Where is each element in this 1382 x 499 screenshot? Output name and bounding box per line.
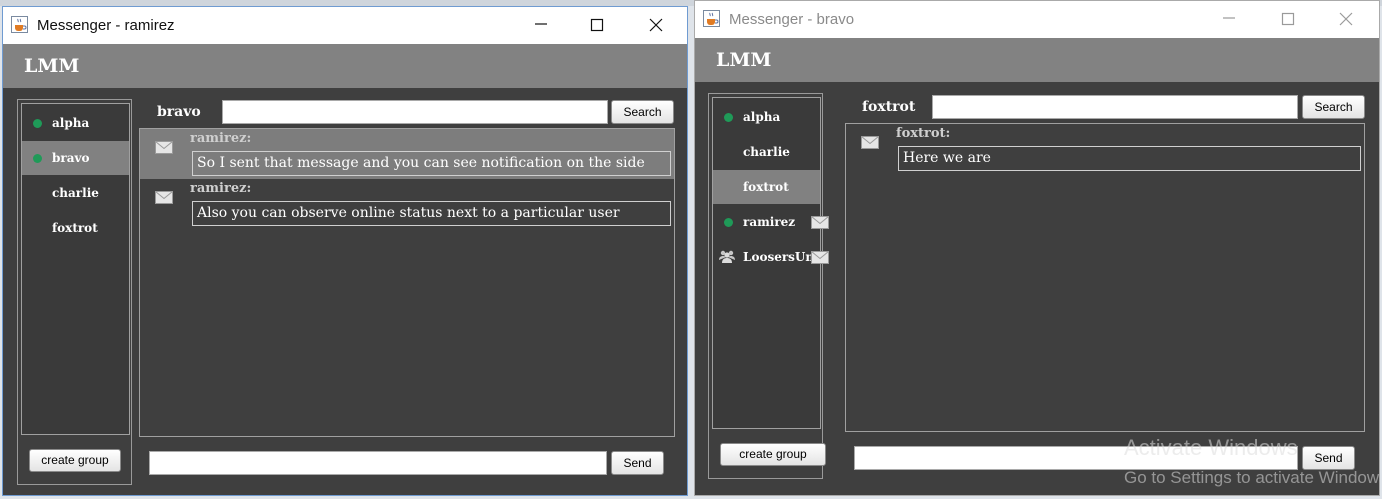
message-row: foxtrot: Here we are	[846, 124, 1364, 174]
group-icon	[719, 250, 735, 266]
close-icon	[1339, 12, 1353, 26]
app-header: LMM	[695, 38, 1379, 82]
user-name: alpha	[52, 116, 90, 130]
user-item-charlie[interactable]: charlie	[22, 176, 129, 210]
envelope-icon	[861, 134, 879, 153]
app-header: LMM	[3, 44, 687, 88]
user-item-foxtrot[interactable]: foxtrot	[22, 211, 129, 245]
envelope-icon	[155, 189, 173, 208]
user-name: charlie	[743, 145, 790, 159]
message-text: So I sent that message and you can see n…	[192, 151, 671, 176]
user-item-alpha[interactable]: alpha	[713, 100, 820, 134]
chat-partner-name: foxtrot	[862, 99, 916, 115]
user-list: alpha bravo charlie foxtrot	[21, 103, 130, 435]
user-item-bravo[interactable]: bravo	[22, 141, 129, 175]
brand-logo: LMM	[24, 55, 80, 77]
close-button[interactable]	[1323, 1, 1369, 38]
minimize-icon	[1223, 17, 1235, 19]
contacts-sidebar: alpha charlie foxtrot ramirez LoosersUni…	[708, 93, 829, 479]
title-bar[interactable]: Messenger - bravo	[695, 1, 1379, 38]
user-name: alpha	[743, 110, 781, 124]
create-group-button[interactable]: create group	[29, 449, 121, 472]
user-name: bravo	[52, 151, 90, 165]
maximize-button[interactable]	[1265, 1, 1311, 38]
message-row: ramirez: Also you can observe online sta…	[140, 179, 674, 229]
search-input[interactable]	[222, 100, 608, 124]
close-icon	[649, 18, 663, 32]
envelope-icon	[811, 216, 829, 232]
send-button[interactable]: Send	[611, 451, 664, 475]
message-sender: foxtrot:	[896, 126, 951, 141]
activation-watermark-title: Activate Windows	[1124, 435, 1298, 460]
chat-history: ramirez: So I sent that message and you …	[139, 128, 675, 437]
messenger-window-bravo: Messenger - bravo LMM alpha charlie foxt…	[694, 0, 1380, 496]
java-cup-icon	[11, 16, 28, 33]
title-bar[interactable]: Messenger - ramirez	[3, 7, 687, 44]
close-button[interactable]	[633, 7, 679, 44]
user-item-foxtrot[interactable]: foxtrot	[713, 170, 820, 204]
activation-watermark-subtitle: Go to Settings to activate Windows.	[1124, 468, 1380, 487]
user-name: foxtrot	[743, 180, 789, 194]
online-status-icon	[33, 154, 42, 163]
envelope-icon	[811, 251, 829, 267]
user-item-alpha[interactable]: alpha	[22, 106, 129, 140]
user-item-ramirez[interactable]: ramirez	[713, 205, 829, 239]
minimize-button[interactable]	[1206, 1, 1252, 38]
window-title: Messenger - bravo	[729, 11, 855, 28]
search-input[interactable]	[932, 95, 1298, 119]
window-title: Messenger - ramirez	[37, 17, 175, 34]
maximize-icon	[590, 18, 604, 32]
message-text: Also you can observe online status next …	[192, 201, 671, 226]
brand-logo: LMM	[716, 49, 772, 71]
minimize-icon	[535, 23, 547, 25]
online-status-icon	[724, 218, 733, 227]
create-group-button[interactable]: create group	[720, 443, 826, 466]
online-status-icon	[33, 119, 42, 128]
search-button[interactable]: Search	[1302, 95, 1365, 119]
message-sender: ramirez:	[190, 131, 252, 146]
maximize-icon	[1281, 12, 1295, 26]
contacts-sidebar: alpha bravo charlie foxtrot create group	[17, 99, 132, 485]
maximize-button[interactable]	[574, 7, 620, 44]
user-item-loosersunit[interactable]: LoosersUnit	[713, 240, 829, 274]
user-list: alpha charlie foxtrot ramirez LoosersUni…	[712, 97, 829, 429]
send-button[interactable]: Send	[1302, 446, 1355, 470]
messenger-window-ramirez: Messenger - ramirez LMM alpha bravo char…	[2, 6, 688, 496]
message-compose-input[interactable]	[149, 451, 607, 475]
message-row: ramirez: So I sent that message and you …	[140, 129, 674, 179]
message-sender: ramirez:	[190, 181, 252, 196]
user-item-charlie[interactable]: charlie	[713, 135, 820, 169]
online-status-icon	[724, 113, 733, 122]
chat-partner-name: bravo	[157, 104, 201, 120]
user-name: charlie	[52, 186, 99, 200]
java-cup-icon	[703, 10, 720, 27]
user-name: foxtrot	[52, 221, 98, 235]
minimize-button[interactable]	[518, 7, 564, 44]
user-name: ramirez	[743, 215, 796, 229]
chat-history: foxtrot: Here we are	[845, 123, 1365, 432]
envelope-icon	[155, 139, 173, 158]
search-button[interactable]: Search	[611, 100, 674, 124]
message-text: Here we are	[898, 146, 1361, 171]
